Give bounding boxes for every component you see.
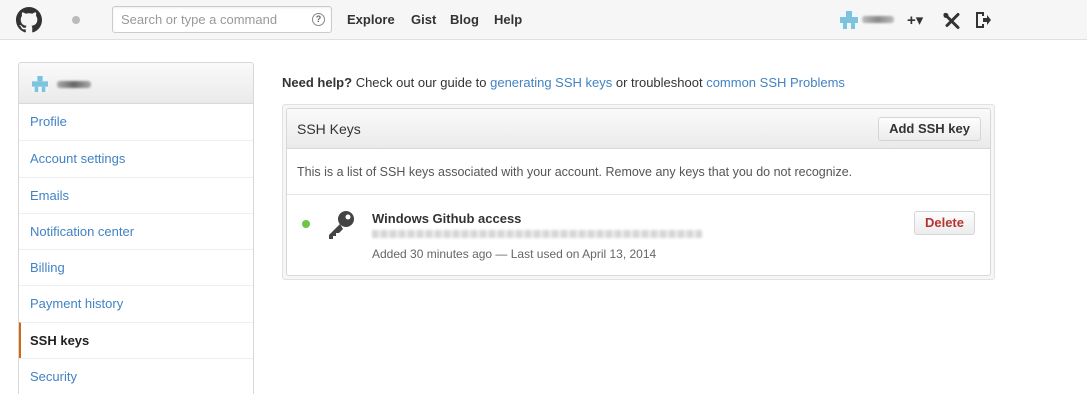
add-ssh-key-button[interactable]: Add SSH key	[878, 117, 981, 141]
ssh-keys-title: SSH Keys	[297, 121, 361, 137]
ssh-keys-header: SSH Keys Add SSH key	[287, 109, 990, 149]
sidebar-username-blurred	[57, 81, 91, 88]
top-header: ? Explore Gist Blog Help +▾	[0, 0, 1087, 40]
help-text-2: or troubleshoot	[612, 75, 707, 90]
sign-out-icon[interactable]	[974, 10, 992, 30]
sidebar-item-account-settings[interactable]: Account settings	[19, 140, 253, 176]
sidebar-item-notification-center[interactable]: Notification center	[19, 212, 253, 249]
key-fingerprint-blurred	[372, 230, 702, 238]
search-help-icon[interactable]: ?	[312, 13, 325, 26]
generating-ssh-keys-link[interactable]: generating SSH keys	[490, 75, 612, 90]
search-input[interactable]	[113, 7, 303, 32]
username-blurred[interactable]	[862, 16, 894, 23]
sidebar-item-emails[interactable]: Emails	[19, 176, 253, 213]
sidebar-item-ssh-keys[interactable]: SSH keys	[19, 321, 253, 359]
create-new-icon[interactable]: +▾	[907, 11, 923, 31]
help-bold: Need help?	[282, 75, 353, 90]
sidebar-avatar-icon	[32, 76, 48, 92]
settings-tools-icon[interactable]	[943, 11, 960, 31]
ssh-key-row: Windows Github access Added 30 minutes a…	[287, 195, 990, 275]
help-text: Need help? Check out our guide to genera…	[282, 75, 845, 90]
sidebar-header	[19, 63, 253, 104]
ssh-keys-panel: SSH Keys Add SSH key This is a list of S…	[286, 108, 991, 276]
user-avatar-icon[interactable]	[840, 11, 858, 29]
sidebar-item-profile[interactable]: Profile	[19, 104, 253, 140]
common-ssh-problems-link[interactable]: common SSH Problems	[706, 75, 845, 90]
sidebar-item-payment-history[interactable]: Payment history	[19, 285, 253, 321]
sidebar-item-billing[interactable]: Billing	[19, 249, 253, 285]
sidebar-item-security[interactable]: Security	[19, 358, 253, 394]
nav-help[interactable]: Help	[494, 12, 522, 27]
key-title: Windows Github access	[372, 211, 522, 226]
search-box[interactable]: ?	[112, 6, 332, 33]
nav-gist[interactable]: Gist	[411, 12, 436, 27]
key-added-info: Added 30 minutes ago — Last used on Apri…	[372, 247, 657, 261]
ssh-keys-box: SSH Keys Add SSH key This is a list of S…	[282, 104, 995, 280]
key-icon	[329, 211, 354, 239]
key-active-status-icon	[302, 220, 310, 228]
nav-explore[interactable]: Explore	[347, 12, 395, 27]
notification-dot-icon[interactable]	[72, 16, 80, 24]
settings-sidebar: Profile Account settings Emails Notifica…	[18, 62, 254, 394]
delete-key-button[interactable]: Delete	[913, 211, 975, 235]
nav-blog[interactable]: Blog	[450, 12, 479, 27]
github-logo-icon[interactable]	[16, 7, 42, 33]
ssh-keys-description: This is a list of SSH keys associated wi…	[287, 149, 990, 195]
help-text-1: Check out our guide to	[352, 75, 491, 90]
